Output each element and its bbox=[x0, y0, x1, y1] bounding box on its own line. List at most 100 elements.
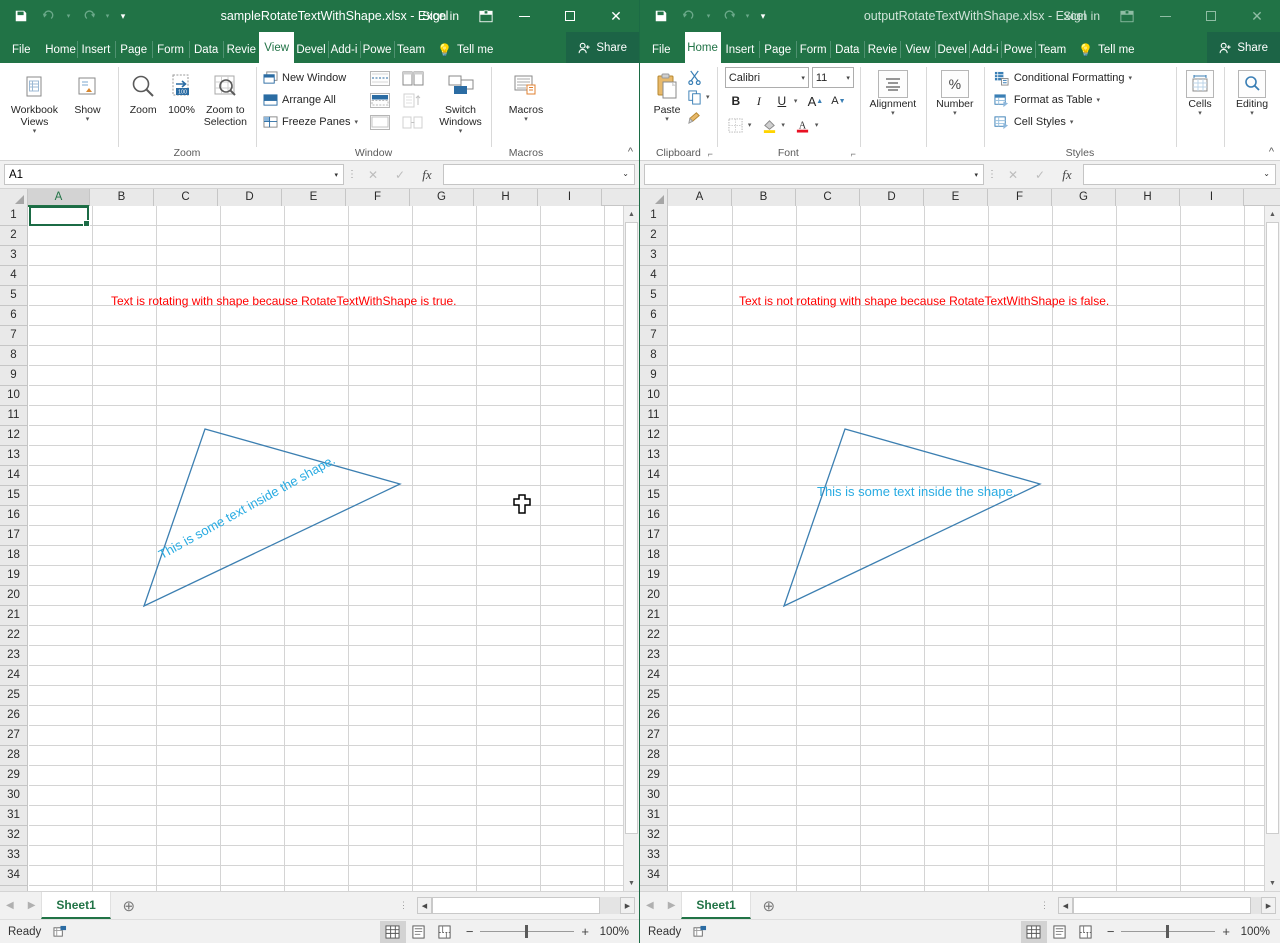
tab-insert[interactable]: Insert bbox=[721, 36, 760, 63]
font-name-combo[interactable]: Calibri ▾ bbox=[725, 67, 809, 88]
copy-button[interactable]: ▾ bbox=[686, 87, 710, 107]
tell-me-search[interactable]: 💡 Tell me bbox=[1069, 36, 1143, 63]
tab-team[interactable]: Team bbox=[1035, 36, 1069, 63]
tab-developer[interactable]: Devel bbox=[294, 36, 328, 63]
italic-button[interactable]: I bbox=[748, 90, 770, 112]
row-header-27[interactable]: 27 bbox=[640, 726, 667, 746]
row-header-17[interactable]: 17 bbox=[0, 526, 27, 546]
undo-icon[interactable] bbox=[676, 4, 702, 28]
sign-in-button[interactable]: Sign in bbox=[410, 9, 471, 23]
close-button[interactable]: ✕ bbox=[593, 0, 639, 32]
borders-button[interactable] bbox=[725, 114, 747, 136]
vertical-scroll-track[interactable] bbox=[624, 222, 639, 875]
underline-button[interactable]: U bbox=[771, 90, 793, 112]
zoom-out-button[interactable]: − bbox=[466, 924, 474, 939]
row-header-34[interactable]: 34 bbox=[0, 866, 27, 886]
new-window-button[interactable]: New Window bbox=[262, 67, 358, 89]
select-all-button[interactable] bbox=[640, 189, 668, 206]
column-header-I[interactable]: I bbox=[1180, 189, 1244, 206]
tab-formulas[interactable]: Form bbox=[152, 36, 189, 63]
column-header-F[interactable]: F bbox=[346, 189, 410, 206]
normal-view-icon[interactable] bbox=[380, 921, 406, 943]
chevron-down-icon[interactable]: ▾ bbox=[334, 171, 338, 179]
vertical-scroll-thumb[interactable] bbox=[1266, 222, 1279, 834]
row-header-8[interactable]: 8 bbox=[640, 346, 667, 366]
formula-input[interactable]: ⌄ bbox=[1083, 164, 1276, 185]
vertical-scroll-thumb[interactable] bbox=[625, 222, 638, 834]
tab-formulas[interactable]: Form bbox=[796, 36, 830, 63]
column-header-C[interactable]: C bbox=[796, 189, 860, 206]
chevron-down-icon[interactable]: ▾ bbox=[974, 171, 978, 179]
selected-cell-A1[interactable] bbox=[29, 206, 89, 226]
scroll-up-button[interactable]: ▲ bbox=[1265, 206, 1280, 222]
row-header-29[interactable]: 29 bbox=[0, 766, 27, 786]
tab-split-grip[interactable]: ⋮ bbox=[1032, 892, 1058, 919]
row-header-8[interactable]: 8 bbox=[0, 346, 27, 366]
add-sheet-button[interactable]: ⊕ bbox=[751, 892, 787, 919]
tab-home[interactable]: Home bbox=[685, 32, 721, 63]
column-header-I[interactable]: I bbox=[538, 189, 602, 206]
row-header-14[interactable]: 14 bbox=[0, 466, 27, 486]
chevron-down-icon[interactable]: ▾ bbox=[801, 74, 805, 82]
tab-insert[interactable]: Insert bbox=[77, 36, 116, 63]
maximize-button[interactable] bbox=[1188, 0, 1234, 32]
share-button[interactable]: Share bbox=[566, 32, 639, 63]
cells-button[interactable]: Cells ▾ bbox=[1182, 67, 1218, 117]
vertical-scrollbar[interactable]: ▲ ▼ bbox=[623, 206, 639, 891]
insert-function-icon[interactable]: fx bbox=[1054, 164, 1080, 186]
column-header-G[interactable]: G bbox=[1052, 189, 1116, 206]
name-box[interactable]: A1 ▾ bbox=[4, 164, 344, 185]
share-button[interactable]: Share bbox=[1207, 32, 1280, 63]
row-header-12[interactable]: 12 bbox=[0, 426, 27, 446]
hide-window-button[interactable] bbox=[366, 89, 394, 111]
row-header-11[interactable]: 11 bbox=[640, 406, 667, 426]
horizontal-scrollbar[interactable]: ◀ ▶ bbox=[1058, 897, 1276, 914]
row-header-30[interactable]: 30 bbox=[640, 786, 667, 806]
tab-developer[interactable]: Devel bbox=[935, 36, 969, 63]
scroll-left-button[interactable]: ◀ bbox=[417, 897, 432, 914]
row-header-26[interactable]: 26 bbox=[0, 706, 27, 726]
page-break-preview-icon[interactable] bbox=[1073, 921, 1099, 943]
tab-data[interactable]: Data bbox=[189, 36, 223, 63]
row-header-20[interactable]: 20 bbox=[640, 586, 667, 606]
synchronous-scrolling-button[interactable] bbox=[398, 89, 428, 111]
row-header-22[interactable]: 22 bbox=[640, 626, 667, 646]
zoom-slider-thumb[interactable] bbox=[1166, 925, 1169, 938]
tab-file[interactable]: File bbox=[640, 36, 685, 63]
editing-button[interactable]: Editing ▾ bbox=[1230, 67, 1274, 117]
row-header-16[interactable]: 16 bbox=[0, 506, 27, 526]
redo-dropdown-icon[interactable]: ▾ bbox=[743, 4, 752, 28]
enter-icon[interactable]: ✓ bbox=[387, 164, 413, 186]
row-header-5[interactable]: 5 bbox=[0, 286, 27, 306]
save-icon[interactable] bbox=[8, 4, 34, 28]
row-header-1[interactable]: 1 bbox=[0, 206, 27, 226]
tell-me-search[interactable]: 💡 Tell me bbox=[428, 36, 502, 63]
freeze-panes-button[interactable]: Freeze Panes ▾ bbox=[262, 111, 358, 133]
row-header-32[interactable]: 32 bbox=[640, 826, 667, 846]
row-header-6[interactable]: 6 bbox=[640, 306, 667, 326]
tab-add-ins[interactable]: Add-i bbox=[969, 36, 1001, 63]
split-button[interactable] bbox=[366, 67, 394, 89]
tab-home[interactable]: Home bbox=[45, 36, 77, 63]
workbook-views-button[interactable]: Workbook Views ▾ bbox=[6, 67, 63, 135]
zoom-control[interactable]: − + bbox=[1099, 924, 1238, 939]
column-header-C[interactable]: C bbox=[154, 189, 218, 206]
chevron-right-icon[interactable]: ▶ bbox=[28, 900, 36, 911]
tab-power-pivot[interactable]: Powe bbox=[360, 36, 394, 63]
row-header-16[interactable]: 16 bbox=[640, 506, 667, 526]
redo-icon[interactable] bbox=[75, 4, 101, 28]
zoom-level-label[interactable]: 100% bbox=[1238, 926, 1280, 938]
close-button[interactable]: ✕ bbox=[1234, 0, 1280, 32]
row-header-26[interactable]: 26 bbox=[640, 706, 667, 726]
name-box[interactable]: ▾ bbox=[644, 164, 984, 185]
row-header-19[interactable]: 19 bbox=[640, 566, 667, 586]
row-header-32[interactable]: 32 bbox=[0, 826, 27, 846]
dialog-launcher-icon[interactable]: ⌐ bbox=[708, 146, 713, 162]
conditional-formatting-button[interactable]: Conditional Formatting ▾ bbox=[994, 67, 1132, 89]
row-header-15[interactable]: 15 bbox=[640, 486, 667, 506]
tab-file[interactable]: File bbox=[0, 36, 45, 63]
cells-area[interactable]: Text is rotating with shape because Rota… bbox=[29, 206, 639, 891]
row-header-9[interactable]: 9 bbox=[0, 366, 27, 386]
chevron-down-icon[interactable]: ▾ bbox=[781, 122, 785, 129]
maximize-button[interactable] bbox=[547, 0, 593, 32]
